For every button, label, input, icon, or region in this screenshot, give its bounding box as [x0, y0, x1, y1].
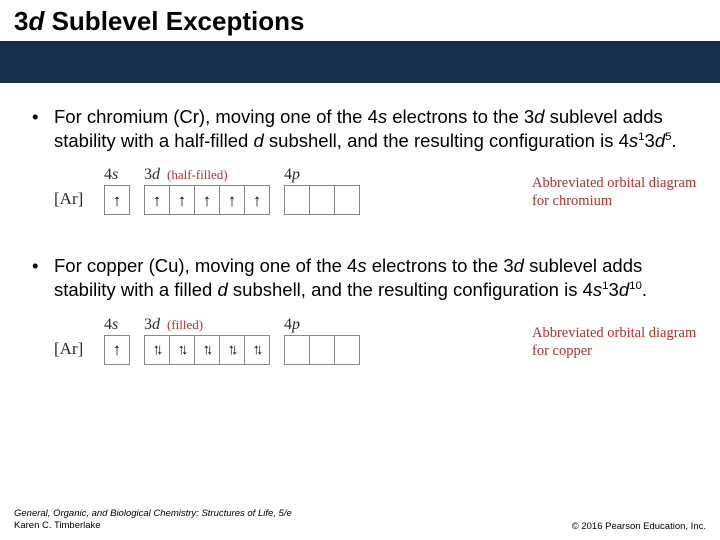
footer-book-info: General, Organic, and Biological Chemist… — [14, 508, 292, 532]
sublevel-4s: 4s — [104, 166, 130, 215]
orbital-diagram-chromium: [Ar] 4s 3d (half-filled) 4p — [54, 166, 690, 230]
orbital-box — [284, 335, 310, 365]
t: 3 — [645, 130, 655, 151]
l: p — [292, 316, 300, 333]
n: 4 — [284, 166, 292, 183]
t: For chromium (Cr), moving one of the 4 — [54, 106, 378, 127]
ar-core-label: [Ar] — [54, 189, 90, 215]
fill-note: (filled) — [167, 317, 203, 332]
book-author: Karen C. Timberlake — [14, 520, 101, 531]
t: . — [672, 130, 677, 151]
t-it: d — [514, 255, 524, 276]
orbital-box — [219, 335, 245, 365]
diagram-caption: Abbreviated orbital diagram for copper — [532, 324, 702, 360]
orbital-boxes — [144, 335, 270, 365]
orbital-boxes — [284, 335, 360, 365]
title-post: Sublevel Exceptions — [44, 6, 304, 36]
orbital-box — [284, 185, 310, 215]
footer-copyright: © 2016 Pearson Education, Inc. — [572, 521, 706, 532]
t-it: d — [217, 279, 227, 300]
l: s — [112, 316, 118, 333]
sublevel-4s: 4s — [104, 316, 130, 365]
fill-note: (half-filled) — [167, 167, 228, 182]
t: subshell, and the resulting configuratio… — [264, 130, 629, 151]
l: d — [152, 316, 160, 333]
t-it: s — [629, 130, 638, 151]
caption-line: Abbreviated orbital diagram — [532, 175, 696, 191]
sublevel-label-3d: 3d (half-filled) — [144, 166, 228, 184]
orbital-box — [309, 335, 335, 365]
orbital-box — [334, 335, 360, 365]
ar-core-label: [Ar] — [54, 339, 90, 365]
t-it: s — [593, 279, 602, 300]
t: electrons to the 3 — [367, 255, 514, 276]
n: 4 — [104, 316, 112, 333]
slide-footer: General, Organic, and Biological Chemist… — [14, 508, 706, 532]
n: 3 — [144, 166, 152, 183]
bullet-text: For chromium (Cr), moving one of the 4s … — [54, 105, 690, 152]
t-it: s — [378, 106, 387, 127]
orbital-box — [104, 185, 130, 215]
orbital-boxes — [144, 185, 270, 215]
orbital-diagram-copper: [Ar] 4s 3d (filled) 4p — [54, 316, 690, 380]
orbital-box — [104, 335, 130, 365]
t: 3 — [609, 279, 619, 300]
book-title: General, Organic, and Biological Chemist… — [14, 508, 292, 519]
sublevel-4p: 4p — [284, 316, 360, 365]
l: s — [112, 166, 118, 183]
orbital-box — [194, 335, 220, 365]
diagram-caption: Abbreviated orbital diagram for chromium — [532, 174, 702, 210]
l: p — [292, 166, 300, 183]
slide-title: 3d Sublevel Exceptions — [0, 0, 720, 41]
caption-line: for copper — [532, 343, 592, 359]
orbital-box — [169, 185, 195, 215]
t-it: d — [253, 130, 263, 151]
bullet-dot: • — [30, 254, 54, 301]
title-pre: 3 — [14, 6, 28, 36]
sublevel-label-4s: 4s — [104, 166, 118, 184]
bullet-chromium: • For chromium (Cr), moving one of the 4… — [30, 105, 690, 152]
l: d — [152, 166, 160, 183]
title-text: 3d Sublevel Exceptions — [14, 6, 706, 37]
orbital-box — [219, 185, 245, 215]
bullet-dot: • — [30, 105, 54, 152]
title-d: d — [28, 6, 44, 36]
t-sup: 10 — [629, 280, 642, 292]
sublevel-3d: 3d (half-filled) — [144, 166, 270, 215]
n: 4 — [104, 166, 112, 183]
t: For copper (Cu), moving one of the 4 — [54, 255, 357, 276]
orbital-box — [144, 335, 170, 365]
orbital-boxes — [104, 335, 130, 365]
t-it: d — [655, 130, 665, 151]
orbital-box — [244, 185, 270, 215]
bullet-text: For copper (Cu), moving one of the 4s el… — [54, 254, 690, 301]
n: 4 — [284, 316, 292, 333]
orbital-box — [334, 185, 360, 215]
orbital-boxes — [104, 185, 130, 215]
sublevel-label-4s: 4s — [104, 316, 118, 334]
bullet-copper: • For copper (Cu), moving one of the 4s … — [30, 254, 690, 301]
orbital-box — [244, 335, 270, 365]
t-it: d — [619, 279, 629, 300]
sublevel-label-4p: 4p — [284, 166, 300, 184]
slide-content: • For chromium (Cr), moving one of the 4… — [0, 83, 720, 380]
orbital-box — [194, 185, 220, 215]
sublevel-label-3d: 3d (filled) — [144, 316, 203, 334]
sublevel-3d: 3d (filled) — [144, 316, 270, 365]
orbital-box — [144, 185, 170, 215]
t: . — [642, 279, 647, 300]
sublevel-label-4p: 4p — [284, 316, 300, 334]
sublevel-4p: 4p — [284, 166, 360, 215]
t: subshell, and the resulting configuratio… — [228, 279, 593, 300]
caption-line: Abbreviated orbital diagram — [532, 325, 696, 341]
n: 3 — [144, 316, 152, 333]
orbital-box — [169, 335, 195, 365]
orbital-boxes — [284, 185, 360, 215]
caption-line: for chromium — [532, 193, 612, 209]
t-it: d — [534, 106, 544, 127]
t-it: s — [357, 255, 366, 276]
header-bar — [0, 41, 720, 83]
t: electrons to the 3 — [387, 106, 534, 127]
orbital-box — [309, 185, 335, 215]
